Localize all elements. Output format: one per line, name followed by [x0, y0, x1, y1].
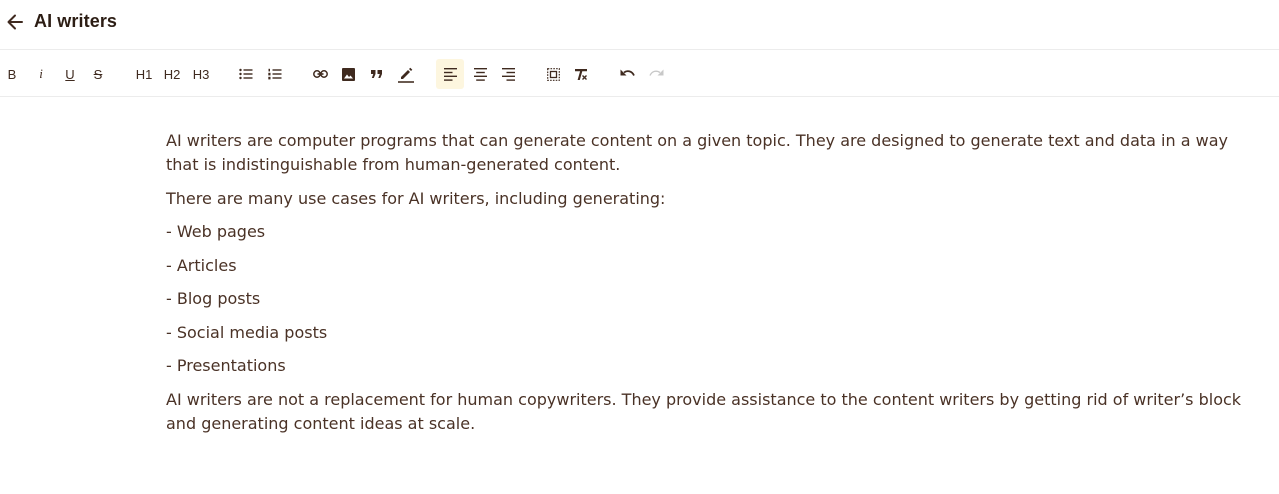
strikethrough-button[interactable]: S — [89, 59, 107, 89]
highlight-color-button[interactable] — [396, 59, 416, 89]
paragraph-use-cases: There are many use cases for AI writers,… — [166, 188, 666, 208]
numbered-list-button[interactable] — [265, 59, 285, 89]
select-all-icon — [546, 67, 560, 81]
undo-icon — [620, 69, 635, 76]
heading1-label: H1 — [135, 66, 153, 82]
pen-color-icon — [398, 67, 414, 83]
clear-format-icon — [575, 68, 587, 80]
redo-button[interactable] — [646, 59, 666, 89]
align-left-icon — [443, 67, 457, 81]
heading2-label: H2 — [163, 66, 181, 82]
paragraph-conclusion: AI writers are not a replacement for hum… — [166, 389, 1242, 433]
clear-formatting-button[interactable] — [571, 59, 591, 89]
bold-button[interactable]: B — [3, 59, 21, 89]
link-button[interactable] — [310, 59, 330, 89]
paragraph-intro: AI writers are computer programs that ca… — [166, 131, 1228, 174]
bullet-list-button[interactable] — [236, 59, 256, 89]
italic-button[interactable]: i — [32, 59, 50, 89]
list-item: - Blog posts — [166, 289, 261, 308]
bullet-list-icon — [239, 68, 253, 80]
editor-header: AI writers — [0, 0, 1279, 50]
underline-button[interactable]: U — [61, 59, 79, 89]
image-icon — [341, 67, 355, 81]
formatting-toolbar: B i U S H1 H2 H3 — [0, 51, 1279, 97]
align-center-button[interactable] — [470, 59, 490, 89]
select-all-button[interactable] — [543, 59, 563, 89]
image-button[interactable] — [338, 59, 358, 89]
bold-label: B — [7, 66, 17, 82]
redo-icon — [648, 69, 663, 76]
align-right-button[interactable] — [498, 59, 518, 89]
heading3-button[interactable]: H3 — [189, 59, 213, 89]
list-item: - Presentations — [166, 356, 286, 375]
strikethrough-label: S — [93, 66, 103, 82]
list-item: - Articles — [166, 255, 237, 275]
quote-button[interactable] — [367, 59, 387, 89]
page-title: AI writers — [34, 11, 118, 31]
list-item: - Social media posts — [166, 322, 328, 342]
undo-button[interactable] — [617, 59, 637, 89]
underline-label: U — [65, 66, 75, 82]
arrow-left-icon — [7, 14, 23, 30]
list-item: - Web pages — [166, 222, 266, 241]
link-icon — [312, 70, 328, 78]
heading3-label: H3 — [192, 66, 210, 82]
heading2-button[interactable]: H2 — [160, 59, 184, 89]
heading1-button[interactable]: H1 — [132, 59, 156, 89]
quote-icon — [371, 70, 382, 78]
numbered-list-icon — [268, 68, 282, 80]
back-button[interactable] — [5, 12, 25, 32]
italic-label: i — [39, 66, 43, 81]
editor-content[interactable]: AI writers are computer programs that ca… — [166, 129, 1261, 445]
align-center-icon — [473, 67, 487, 81]
align-right-icon — [501, 67, 515, 81]
align-left-button[interactable] — [436, 59, 464, 89]
